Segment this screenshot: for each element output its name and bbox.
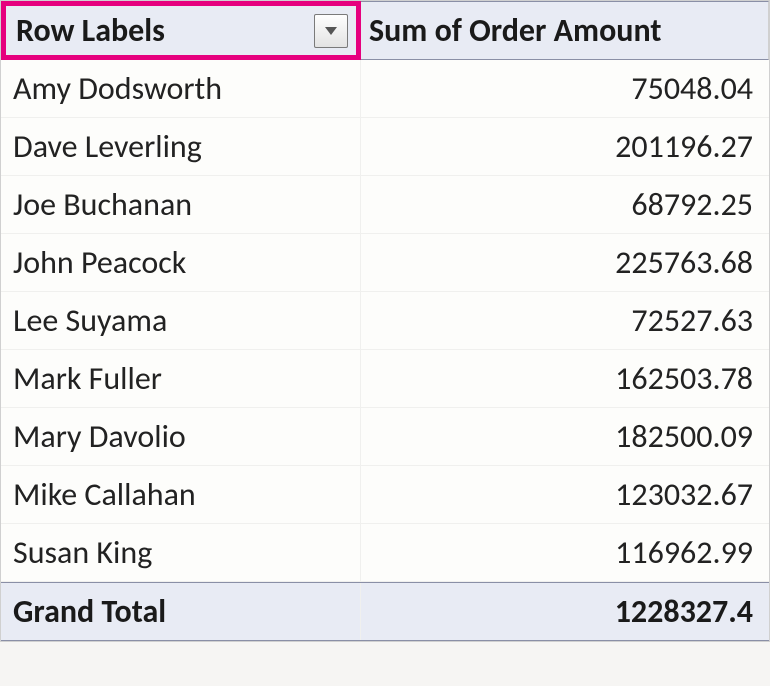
row-name-cell: Mark Fuller xyxy=(1,350,361,407)
row-value-cell: 68792.25 xyxy=(361,176,769,233)
pivot-table: Row Labels Sum of Order Amount Amy Dodsw… xyxy=(0,0,770,642)
row-name-cell: Lee Suyama xyxy=(1,292,361,349)
row-name-cell: Mary Davolio xyxy=(1,408,361,465)
table-row[interactable]: Dave Leverling 201196.27 xyxy=(1,118,769,176)
row-value-cell: 182500.09 xyxy=(361,408,769,465)
row-value-cell: 123032.67 xyxy=(361,466,769,523)
row-labels-header-text: Row Labels xyxy=(16,11,165,50)
row-name-cell: Mike Callahan xyxy=(1,466,361,523)
table-row[interactable]: Lee Suyama 72527.63 xyxy=(1,292,769,350)
row-value-cell: 72527.63 xyxy=(361,292,769,349)
table-row[interactable]: Mike Callahan 123032.67 xyxy=(1,466,769,524)
chevron-down-icon xyxy=(324,26,338,36)
row-value-cell: 225763.68 xyxy=(361,234,769,291)
header-row: Row Labels Sum of Order Amount xyxy=(1,1,769,60)
table-row[interactable]: Joe Buchanan 68792.25 xyxy=(1,176,769,234)
table-row[interactable]: Amy Dodsworth 75048.04 xyxy=(1,60,769,118)
grand-total-row[interactable]: Grand Total 1228327.4 xyxy=(1,582,769,641)
table-row[interactable]: Mary Davolio 182500.09 xyxy=(1,408,769,466)
row-name-cell: Joe Buchanan xyxy=(1,176,361,233)
filter-dropdown-button[interactable] xyxy=(314,14,348,48)
sum-col-header-text: Sum of Order Amount xyxy=(369,11,661,50)
row-labels-header-cell[interactable]: Row Labels xyxy=(1,1,361,60)
row-name-cell: Susan King xyxy=(1,524,361,581)
row-value-cell: 201196.27 xyxy=(361,118,769,175)
row-name-cell: John Peacock xyxy=(1,234,361,291)
row-value-cell: 162503.78 xyxy=(361,350,769,407)
grand-total-value: 1228327.4 xyxy=(361,583,769,640)
sum-col-header-cell[interactable]: Sum of Order Amount xyxy=(361,1,769,60)
row-name-cell: Amy Dodsworth xyxy=(1,60,361,117)
row-name-cell: Dave Leverling xyxy=(1,118,361,175)
row-value-cell: 75048.04 xyxy=(361,60,769,117)
table-row[interactable]: Susan King 116962.99 xyxy=(1,524,769,582)
table-row[interactable]: John Peacock 225763.68 xyxy=(1,234,769,292)
table-row[interactable]: Mark Fuller 162503.78 xyxy=(1,350,769,408)
grand-total-label: Grand Total xyxy=(1,583,361,640)
row-value-cell: 116962.99 xyxy=(361,524,769,581)
